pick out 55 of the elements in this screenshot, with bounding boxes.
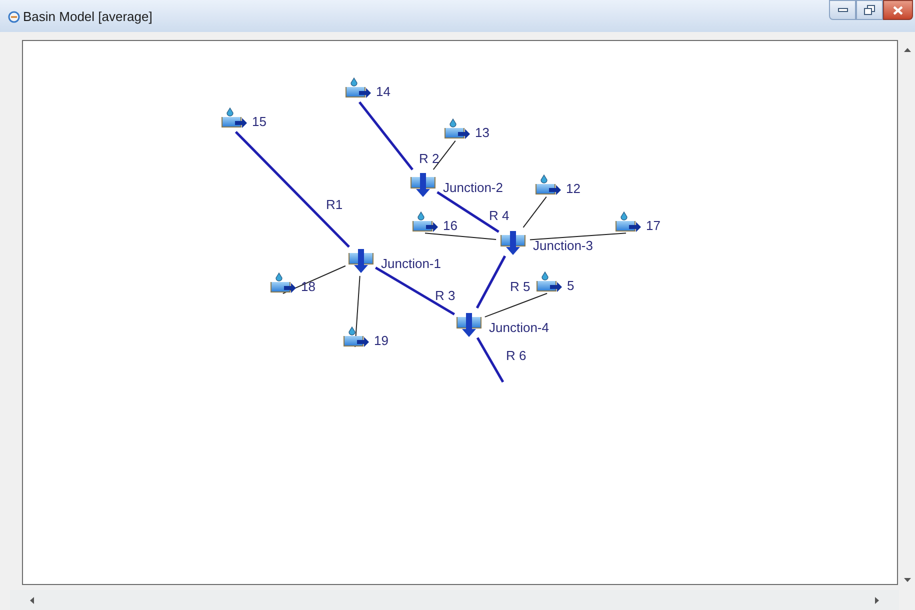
reach-label: R 6 xyxy=(506,348,526,363)
reach-line[interactable] xyxy=(234,130,350,248)
subbasin-icon[interactable] xyxy=(536,174,561,195)
scroll-left-icon[interactable] xyxy=(30,596,34,604)
window-title: Basin Model [average] xyxy=(23,8,152,26)
reach-label: R1 xyxy=(326,197,343,212)
horizontal-scrollbar[interactable] xyxy=(10,590,899,610)
junction-icon[interactable] xyxy=(410,173,436,197)
subbasin-label: 5 xyxy=(567,278,574,293)
subbasin-label: 16 xyxy=(443,218,458,233)
scroll-up-icon[interactable] xyxy=(904,48,911,52)
connector-line xyxy=(282,265,346,294)
subbasin-icon[interactable] xyxy=(444,118,470,139)
subbasin-icon[interactable] xyxy=(270,272,296,293)
minimize-icon xyxy=(838,8,848,12)
subbasin-icon[interactable] xyxy=(346,78,371,98)
scroll-down-icon[interactable] xyxy=(904,578,911,582)
reach-line[interactable] xyxy=(476,337,504,383)
subbasin-label: 12 xyxy=(566,181,580,196)
reach-label: R 5 xyxy=(510,279,530,294)
subbasin-icon[interactable] xyxy=(616,212,641,232)
junction-label: Junction-4 xyxy=(489,320,549,335)
junction-label: Junction-1 xyxy=(381,256,441,271)
subbasin-label: 19 xyxy=(374,333,388,348)
junction-label: Junction-3 xyxy=(533,238,593,253)
junction-label: Junction-2 xyxy=(443,180,503,195)
restore-button[interactable] xyxy=(856,0,883,20)
close-button[interactable] xyxy=(883,0,913,20)
reach-label: R 2 xyxy=(419,151,440,166)
subbasin-icon[interactable] xyxy=(222,108,247,128)
subbasin-icon[interactable] xyxy=(412,212,438,232)
reach-line[interactable] xyxy=(374,266,456,316)
junction-icon[interactable] xyxy=(348,249,374,273)
connector-line xyxy=(522,196,547,228)
reach-line[interactable] xyxy=(436,191,500,233)
subbasin-icon[interactable] xyxy=(344,326,369,347)
reach-line[interactable] xyxy=(476,255,506,309)
connector-line xyxy=(432,140,456,170)
junction-icon[interactable] xyxy=(500,231,526,255)
close-icon xyxy=(893,6,903,14)
app-icon xyxy=(8,11,20,23)
reach-line[interactable] xyxy=(358,101,414,170)
connector-line xyxy=(484,292,548,318)
subbasin-label: 14 xyxy=(376,84,390,99)
subbasin-label: 13 xyxy=(475,125,490,140)
scroll-right-icon[interactable] xyxy=(875,596,879,604)
subbasin-label: 15 xyxy=(252,114,266,129)
subbasin-icon[interactable] xyxy=(536,272,562,292)
subbasin-label: 18 xyxy=(301,279,316,294)
minimize-button[interactable] xyxy=(829,0,856,20)
reach-label: R 4 xyxy=(489,208,510,223)
reach-label: R 3 xyxy=(435,288,456,303)
restore-icon xyxy=(864,5,875,15)
subbasin-label: 17 xyxy=(646,218,660,233)
junction-icon[interactable] xyxy=(456,313,482,337)
